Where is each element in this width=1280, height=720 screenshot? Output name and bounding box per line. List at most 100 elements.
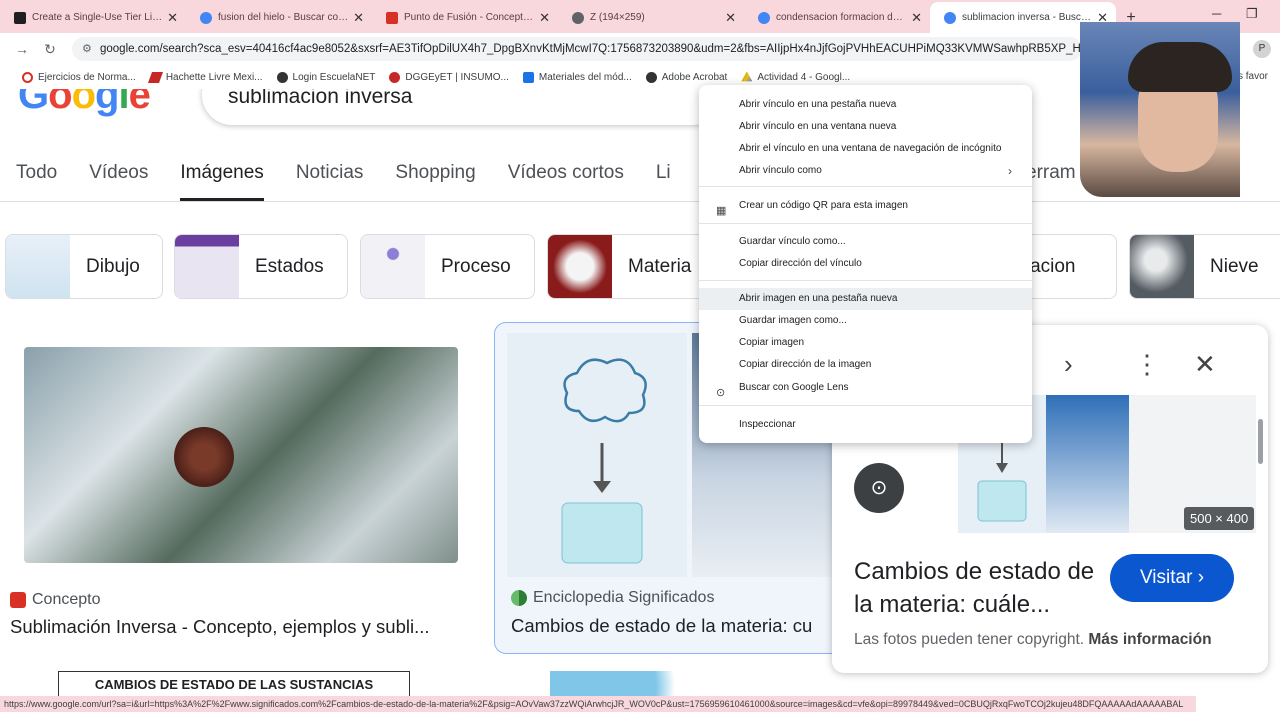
tab-videos-cortos[interactable]: Vídeos cortos [492,159,640,203]
search-input[interactable]: sublimacion inversa [202,89,722,125]
tab-noticias[interactable]: Noticias [280,159,380,203]
result-thumbnail[interactable] [24,347,458,563]
menu-item-label: Crear un código QR para esta imagen [739,200,908,211]
scrollbar-thumb[interactable] [1258,419,1263,464]
filter-chip[interactable]: Estados [174,234,348,299]
menu-item-copy-link[interactable]: Copiar dirección del vínculo [699,253,1032,275]
preview-title[interactable]: Cambios de estado de la materia: cuále..… [854,555,1104,621]
chip-thumbnail [548,235,612,298]
panel-scrollbar[interactable] [1256,419,1264,720]
lens-icon[interactable]: ⊙ [854,463,904,513]
context-menu: Abrir vínculo en una pestaña nueva Abrir… [699,85,1032,443]
search-nav-tabs: Todo Vídeos Imágenes Noticias Shopping V… [0,159,687,203]
bookmark-label: Adobe Acrobat [661,71,728,83]
presenter-hair [1128,42,1232,92]
menu-item-copy-image-address[interactable]: Copiar dirección de la imagen [699,354,1032,376]
bookmark-favicon-icon [389,71,401,83]
divider [0,201,1280,202]
menu-item-label: Guardar imagen como... [739,315,847,326]
visit-label: Visitar [1139,567,1193,588]
browser-tab[interactable]: condensacion formacion de nu ✕ [744,2,930,33]
menu-separator [699,280,1032,281]
menu-item-save-link-as[interactable]: Guardar vínculo como... [699,231,1032,253]
menu-separator [699,405,1032,406]
more-info-link[interactable]: Más información [1088,631,1211,648]
bookmark-label: Ejercicios de Norma... [38,71,136,83]
webcam-overlay [1080,22,1240,197]
tab-imagenes[interactable]: Imágenes [164,159,279,203]
menu-item-label: Abrir el vínculo en una ventana de naveg… [739,143,1002,154]
filter-chip[interactable]: Proceso [360,234,535,299]
browser-tab[interactable]: Punto de Fusión - Concepto, ej ✕ [372,2,558,33]
tab-shopping[interactable]: Shopping [379,159,491,203]
bookmark-item[interactable]: Actividad 4 - Googl... [741,71,850,83]
minimize-icon[interactable]: ─ [1212,6,1221,21]
result-source[interactable]: Concepto [10,591,101,609]
menu-item-label: Abrir vínculo como [739,165,822,176]
menu-separator [699,223,1032,224]
menu-separator [699,186,1032,187]
address-bar[interactable]: ⚙ google.com/search?sca_esv=40416cf4ac9e… [72,37,1082,61]
drive-icon [741,71,753,82]
menu-item-copy-image[interactable]: Copiar imagen [699,332,1032,354]
restore-icon[interactable]: ❐ [1246,6,1258,22]
menu-item-open-link-as[interactable]: Abrir vínculo como › [699,160,1032,182]
bookmark-item[interactable]: Adobe Acrobat [645,71,728,83]
browser-tab[interactable]: Create a Single-Use Tier List (Pr ✕ [0,2,186,33]
result-title[interactable]: Sublimación Inversa - Concepto, ejemplos… [10,616,470,638]
menu-item-open-link-new-tab[interactable]: Abrir vínculo en una pestaña nueva [699,94,1032,116]
tab-todo[interactable]: Todo [0,159,73,203]
menu-item-open-link-incognito[interactable]: Abrir el vínculo en una ventana de naveg… [699,138,1032,160]
close-icon[interactable]: ✕ [539,10,550,26]
tab-title: Create a Single-Use Tier List (Pr [32,12,164,23]
bookmark-item[interactable]: Login EscuelaNET [276,71,375,83]
chevron-right-icon[interactable]: › [1064,349,1073,380]
visit-button[interactable]: Visitar › [1110,554,1234,602]
site-info-icon[interactable]: ⚙ [82,42,92,55]
menu-item-create-qr[interactable]: ▦ Crear un código QR para esta imagen [699,195,1032,217]
menu-item-open-link-new-window[interactable]: Abrir vínculo en una ventana nueva [699,116,1032,138]
filter-chip[interactable]: Materia [547,234,707,299]
menu-item-label: Abrir vínculo en una ventana nueva [739,121,897,132]
result-thumbnail[interactable] [507,333,687,577]
menu-item-label: Abrir imagen en una pestaña nueva [739,293,898,304]
filter-chip[interactable]: Dibujo [5,234,163,299]
filter-chip[interactable]: Nieve [1129,234,1280,299]
menu-item-label: Buscar con Google Lens [739,382,849,393]
url-text: google.com/search?sca_esv=40416cf4ac9e80… [100,43,1082,55]
cloud-arrow-ice-icon [561,358,647,564]
close-icon[interactable]: ✕ [725,10,736,26]
qr-code-icon: ▦ [716,205,727,217]
close-icon[interactable]: ✕ [353,10,364,26]
tab-favicon-icon [14,11,26,24]
preview-image[interactable] [1046,395,1129,533]
bookmark-item[interactable]: DGGEyET | INSUMO... [389,71,509,83]
tab-libros[interactable]: Li [640,159,687,203]
chip-thumbnail [175,235,239,298]
bookmark-favicon-icon [522,71,534,83]
browser-tab[interactable]: Z (194×259) ✕ [558,2,744,33]
browser-tab[interactable]: fusion del hielo - Buscar con Go ✕ [186,2,372,33]
menu-item-inspect[interactable]: Inspeccionar [699,414,1032,436]
globe-icon [276,71,288,83]
profile-avatar[interactable]: P [1253,40,1271,58]
menu-item-label: Abrir vínculo en una pestaña nueva [739,99,897,110]
result-source[interactable]: Enciclopedia Significados [511,589,714,607]
more-vert-icon[interactable]: ⋮ [1134,349,1160,380]
globe-icon [572,11,584,24]
google-logo[interactable]: Google [18,89,151,118]
bookmark-item[interactable]: Hachette Livre Mexi... [147,71,263,83]
menu-item-open-image-new-tab[interactable]: Abrir imagen en una pestaña nueva [699,288,1032,310]
reload-icon[interactable]: ↻ [36,41,64,58]
close-icon[interactable]: ✕ [1194,349,1216,380]
bookmark-item[interactable]: Ejercicios de Norma... [22,71,136,83]
close-icon[interactable]: ✕ [167,10,178,26]
close-icon[interactable]: ✕ [911,10,922,26]
status-bar: https://www.google.com/url?sa=i&url=http… [0,696,1196,712]
result-title[interactable]: Cambios de estado de la materia: cu [511,615,841,637]
forward-icon[interactable]: → [8,41,36,57]
menu-item-search-lens[interactable]: ⊙ Buscar con Google Lens [699,377,1032,399]
menu-item-save-image-as[interactable]: Guardar imagen como... [699,310,1032,332]
tab-videos[interactable]: Vídeos [73,159,164,203]
bookmark-item[interactable]: Materiales del mód... [522,71,632,83]
